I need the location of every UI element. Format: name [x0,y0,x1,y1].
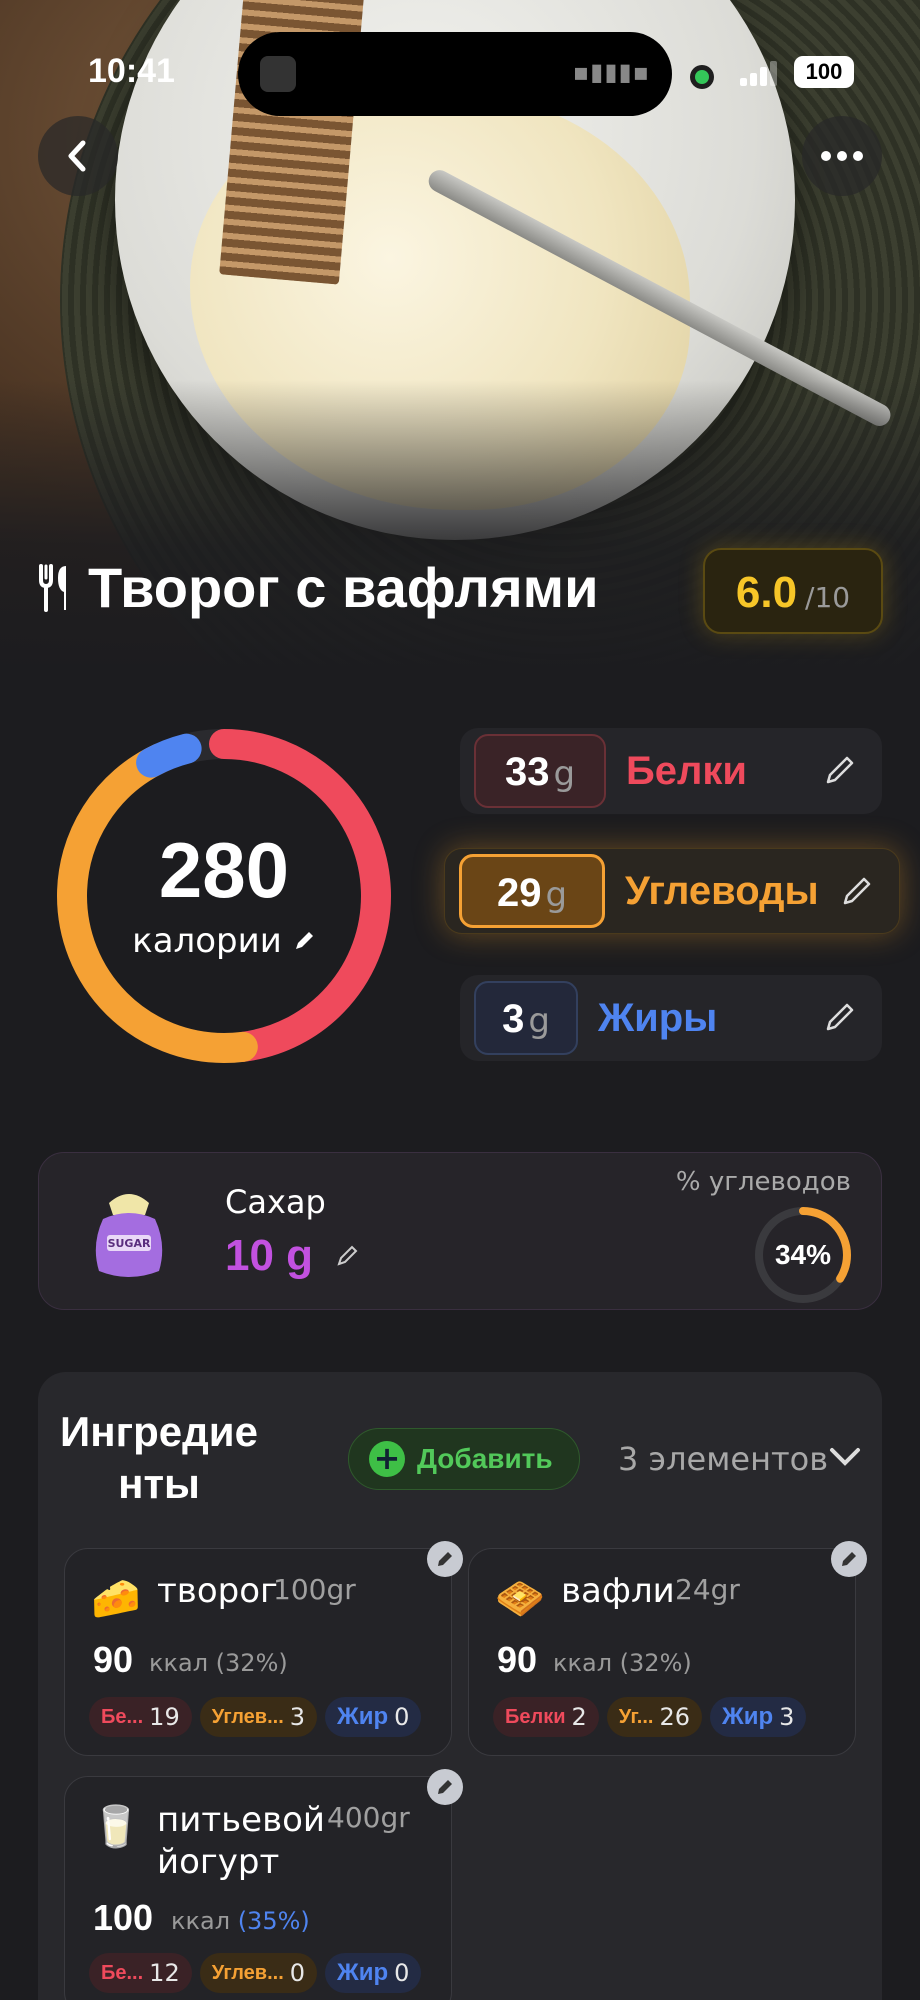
ingredient-card[interactable]: 🥛 питьевой йогурт 400gr 100 ккал (35%) Б… [64,1769,463,2000]
sugar-label: Сахар [225,1183,326,1221]
ingredient-kcal: 90 [497,1639,538,1680]
ingredient-kcal-unit: ккал (35%) [171,1907,310,1935]
edit-fat-pencil-icon[interactable] [820,997,860,1037]
calories-value: 280 [158,826,290,914]
protein-chip: Белки 2 [493,1697,599,1737]
sugar-percent-label: % углеводов [675,1167,851,1197]
carbs-chip: Углев... 3 [199,1697,318,1737]
pencil-icon [295,932,313,949]
kcal-unit-text: ккал [171,1907,231,1935]
pencil-icon [438,1552,452,1566]
macro-protein[interactable]: 33 g Белки [460,728,882,814]
ingredients-title: Ингредиенты [54,1406,264,1510]
fat-unit: g [528,1001,550,1041]
kcal-percent: (35%) [237,1907,310,1935]
cheese-icon: 🧀 [91,1576,141,1622]
svg-text:SUGAR: SUGAR [108,1237,151,1250]
status-time: 10:41 [88,52,175,90]
ingredients-panel: Ингредиенты + Добавить 3 элементов 🧀 тво… [38,1372,882,2000]
fat-value: 3 [502,997,525,1041]
edit-ingredient-button[interactable] [427,1541,463,1577]
dish-title: Творог с вафлями [88,556,599,619]
plus-icon: + [369,1441,405,1477]
edit-protein-pencil-icon[interactable] [820,750,860,790]
sugar-value: 10 g [225,1231,314,1280]
ingredient-kcal-unit: ккал (32%) [149,1649,288,1677]
milk-glass-icon: 🥛 [91,1804,141,1850]
dish-title-row: Творог с вафлями [38,555,599,620]
calories-ring[interactable]: 280 калории [48,720,400,1072]
ingredient-kcal: 100 [93,1897,154,1938]
sugar-value-row: 10 g [225,1231,359,1281]
ingredients-count: 3 элементов [618,1440,829,1478]
pencil-icon[interactable] [335,1244,359,1268]
pencil-icon [842,1552,856,1566]
sugar-card[interactable]: SUGAR Сахар 10 g % углеводов 34% [38,1152,882,1310]
ingredient-name: питьевой йогурт [157,1799,325,1883]
pencil-icon [438,1780,452,1794]
ingredient-name: вафли [561,1571,675,1611]
ingredients-title-text: Ингредиенты [60,1408,258,1507]
protein-value: 33 [504,750,550,794]
protein-unit: g [553,754,576,794]
camera-indicator-icon [690,65,714,89]
macro-carbs[interactable]: 29 g Углеводы [444,848,900,934]
ingredient-name: творог [157,1571,278,1611]
carbs-unit: g [545,875,568,915]
edit-ingredient-button[interactable] [427,1769,463,1805]
fat-chip: Жир 0 [325,1697,422,1737]
edit-ingredient-button[interactable] [831,1541,867,1577]
ingredient-macros: Белки 2 Уг... 26 Жир 3 [493,1697,807,1737]
edit-carbs-pencil-icon[interactable] [837,871,877,911]
add-ingredient-button[interactable]: + Добавить [348,1428,580,1490]
signal-icon [740,60,780,86]
ingredient-weight: 400gr [327,1801,410,1834]
health-score-badge[interactable]: 6.0 /10 [703,548,883,634]
macro-fat[interactable]: 3 g Жиры [460,975,882,1061]
carbs-amount-box: 29 g [459,854,605,928]
fat-chip: Жир 0 [325,1953,422,1993]
ingredient-name-line: питьевой [157,1800,326,1840]
audio-wave-icon: ▪▮▮▮▪ [572,58,650,86]
back-button[interactable] [38,116,118,196]
protein-label: Белки [626,748,748,793]
calories-label: калории [132,921,282,961]
protein-chip: Бе... 12 [89,1953,192,1993]
album-art-icon [260,56,296,92]
fork-knife-icon [39,563,66,612]
ingredient-card[interactable]: 🧇 вафли 24gr 90 ккал (32%) Белки 2 Уг... 2… [468,1541,867,1756]
chevron-down-icon[interactable] [828,1446,862,1468]
fat-amount-box: 3 g [474,981,578,1055]
sugar-percent-value: 34% [774,1239,832,1270]
ingredient-weight: 24gr [675,1573,740,1606]
ingredient-macros: Бе... 19 Углев... 3 Жир 0 [89,1697,422,1737]
waffle-icon: 🧇 [495,1576,545,1622]
calories-label-row: калории [132,921,316,961]
add-ingredient-label: Добавить [417,1443,553,1474]
ingredient-weight: 100gr [273,1573,356,1606]
carbs-label: Углеводы [625,868,819,913]
carbs-chip: Уг... 26 [606,1697,703,1737]
ingredient-kcal-unit: ккал (32%) [553,1649,692,1677]
ingredient-macros: Бе... 12 Углев... 0 Жир 0 [89,1953,422,1993]
ingredient-name-line: йогурт [157,1842,280,1882]
score-max: /10 [805,581,851,614]
carbs-value: 29 [496,871,542,915]
score-value: 6.0 [735,568,798,617]
chevron-left-icon [68,140,86,172]
fat-chip: Жир 3 [710,1697,807,1737]
protein-amount-box: 33 g [474,734,606,808]
ellipsis-icon [821,151,863,161]
battery-icon: 100 [794,56,854,88]
fat-label: Жиры [598,995,718,1040]
protein-chip: Бе... 19 [89,1697,192,1737]
sugar-bag-icon: SUGAR [95,1194,163,1277]
ingredient-card[interactable]: 🧀 творог 100gr 90 ккал (32%) Бе... 19 Угл… [64,1541,463,1756]
more-button[interactable] [802,116,882,196]
ingredient-kcal: 90 [93,1639,134,1680]
dynamic-island: ▪▮▮▮▪ [238,32,672,116]
carbs-chip: Углев... 0 [199,1953,318,1993]
